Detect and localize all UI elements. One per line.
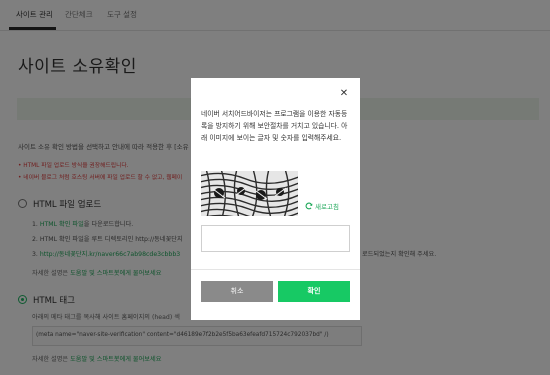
captcha-image [201,171,298,216]
refresh-label: 새로고침 [315,203,339,211]
captcha-image-graphic [201,171,298,216]
refresh-icon [305,202,313,210]
close-icon[interactable]: ✕ [338,88,350,100]
modal-divider [191,269,360,270]
confirm-button[interactable]: 확인 [278,281,350,302]
captcha-input[interactable] [201,225,350,252]
captcha-message: 네이버 서치어드바이저는 프로그램을 이용한 자동등록을 방지하기 위해 보안절… [201,110,348,142]
cancel-button[interactable]: 취소 [201,281,273,302]
refresh-button[interactable]: 새로고침 [305,201,339,211]
